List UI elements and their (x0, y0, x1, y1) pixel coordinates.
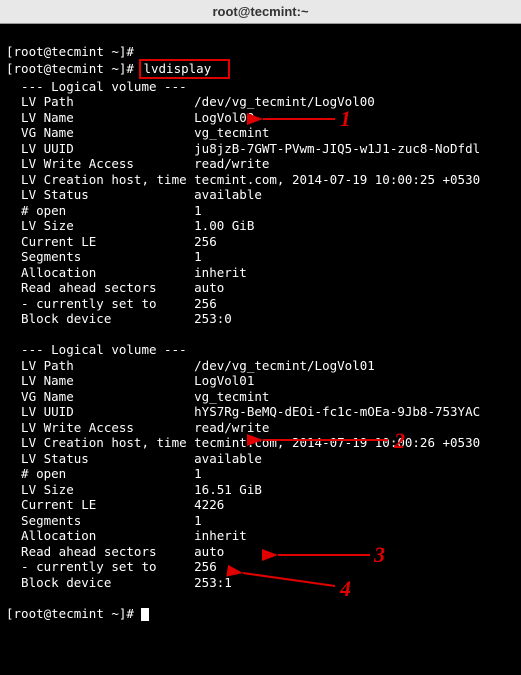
prompt-suffix: ]# (119, 606, 142, 621)
lv2-size-value: 16.51 GiB (187, 482, 262, 497)
prompt-path: ~ (104, 606, 119, 621)
lv1-readahead-label: Read ahead sectors (6, 280, 187, 295)
lv1-open-value: 1 (187, 203, 202, 218)
lv1-writeaccess-value: read/write (187, 156, 270, 171)
lv1-le-value: 256 (187, 234, 217, 249)
lv1-size-label: LV Size (6, 218, 187, 233)
command-text: lvdisplay (143, 61, 211, 76)
prompt-suffix: ]# (119, 44, 134, 59)
lv1-allocation-label: Allocation (6, 265, 187, 280)
prompt-user: root@tecmint (14, 44, 104, 59)
lv2-blockdevice-value: 253:1 (187, 575, 232, 590)
lv1-allocation-value: inherit (187, 265, 247, 280)
window-titlebar: root@tecmint:~ (0, 0, 521, 24)
lv2-uuid-label: LV UUID (6, 404, 187, 419)
terminal-area[interactable]: [root@tecmint ~]# [root@tecmint ~]# lvdi… (0, 24, 521, 625)
lv2-name-value: LogVol01 (187, 373, 255, 388)
lv2-blockdevice-label: Block device (6, 575, 187, 590)
prompt-user: root@tecmint (14, 61, 104, 76)
lv1-creation-value: tecmint.com, 2014-07-19 10:00:25 +0530 (187, 172, 481, 187)
lv1-readahead-value: auto (187, 280, 225, 295)
lv1-uuid-label: LV UUID (6, 141, 187, 156)
lv1-name-value: LogVol00 (187, 110, 255, 125)
lv1-path-label: LV Path (6, 94, 187, 109)
lv1-status-value: available (187, 187, 262, 202)
lv2-open-value: 1 (187, 466, 202, 481)
lv1-segments-value: 1 (187, 249, 202, 264)
lv2-segments-value: 1 (187, 513, 202, 528)
prompt-user: root@tecmint (14, 606, 104, 621)
prompt-line-3: [root@tecmint ~]# (6, 606, 141, 621)
lv2-header: --- Logical volume --- (6, 342, 187, 357)
lv2-allocation-label: Allocation (6, 528, 187, 543)
lv2-le-label: Current LE (6, 497, 187, 512)
lv2-status-label: LV Status (6, 451, 187, 466)
lv1-name-label: LV Name (6, 110, 187, 125)
lv2-creation-value: tecmint.com, 2014-07-19 10:00:26 +0530 (187, 435, 481, 450)
lv1-writeaccess-label: LV Write Access (6, 156, 187, 171)
blank-line (6, 327, 29, 342)
lv2-segments-label: Segments (6, 513, 187, 528)
lv2-size-label: LV Size (6, 482, 187, 497)
lv2-currentlyset-label: - currently set to (6, 559, 187, 574)
lv2-path-value: /dev/vg_tecmint/LogVol01 (187, 358, 375, 373)
lv2-currentlyset-value: 256 (187, 559, 217, 574)
lv2-path-label: LV Path (6, 358, 187, 373)
cursor-block (141, 608, 149, 621)
lv2-status-value: available (187, 451, 262, 466)
lv2-vg-value: vg_tecmint (187, 389, 270, 404)
annotation-number-1: 1 (340, 106, 351, 132)
lv1-currentlyset-value: 256 (187, 296, 217, 311)
lv1-blockdevice-value: 253:0 (187, 311, 232, 326)
lv2-writeaccess-value: read/write (187, 420, 270, 435)
prompt-line-1: [root@tecmint ~]# (6, 44, 134, 59)
annotation-number-4: 4 (340, 576, 351, 602)
lv1-size-value: 1.00 GiB (187, 218, 255, 233)
command-highlight-box: lvdisplay (139, 59, 230, 79)
lv2-readahead-label: Read ahead sectors (6, 544, 187, 559)
window-title: root@tecmint:~ (212, 4, 308, 19)
prompt-path: ~ (104, 61, 119, 76)
lv2-creation-label: LV Creation host, time (6, 435, 187, 450)
lv1-creation-label: LV Creation host, time (6, 172, 187, 187)
annotation-number-3: 3 (374, 542, 385, 568)
lv2-writeaccess-label: LV Write Access (6, 420, 187, 435)
prompt-path: ~ (104, 44, 119, 59)
lv2-vg-label: VG Name (6, 389, 187, 404)
lv2-readahead-value: auto (187, 544, 225, 559)
lv1-vg-value: vg_tecmint (187, 125, 270, 140)
lv2-name-label: LV Name (6, 373, 187, 388)
lv1-open-label: # open (6, 203, 187, 218)
lv1-header: --- Logical volume --- (6, 79, 187, 94)
lv1-status-label: LV Status (6, 187, 187, 202)
blank-line-2 (6, 590, 29, 605)
annotation-number-2: 2 (394, 428, 405, 454)
prompt-line-2: [root@tecmint ~]# (6, 61, 141, 76)
lv2-le-value: 4226 (187, 497, 225, 512)
lv1-blockdevice-label: Block device (6, 311, 187, 326)
prompt-suffix: ]# (119, 61, 142, 76)
lv2-uuid-value: hYS7Rg-BeMQ-dEOi-fc1c-mOEa-9Jb8-753YAC (187, 404, 481, 419)
lv1-currentlyset-label: - currently set to (6, 296, 187, 311)
lv1-segments-label: Segments (6, 249, 187, 264)
lv2-open-label: # open (6, 466, 187, 481)
lv1-vg-label: VG Name (6, 125, 187, 140)
lv2-allocation-value: inherit (187, 528, 247, 543)
lv1-le-label: Current LE (6, 234, 187, 249)
lv1-uuid-value: ju8jzB-7GWT-PVwm-JIQ5-w1J1-zuc8-NoDfdl (187, 141, 481, 156)
